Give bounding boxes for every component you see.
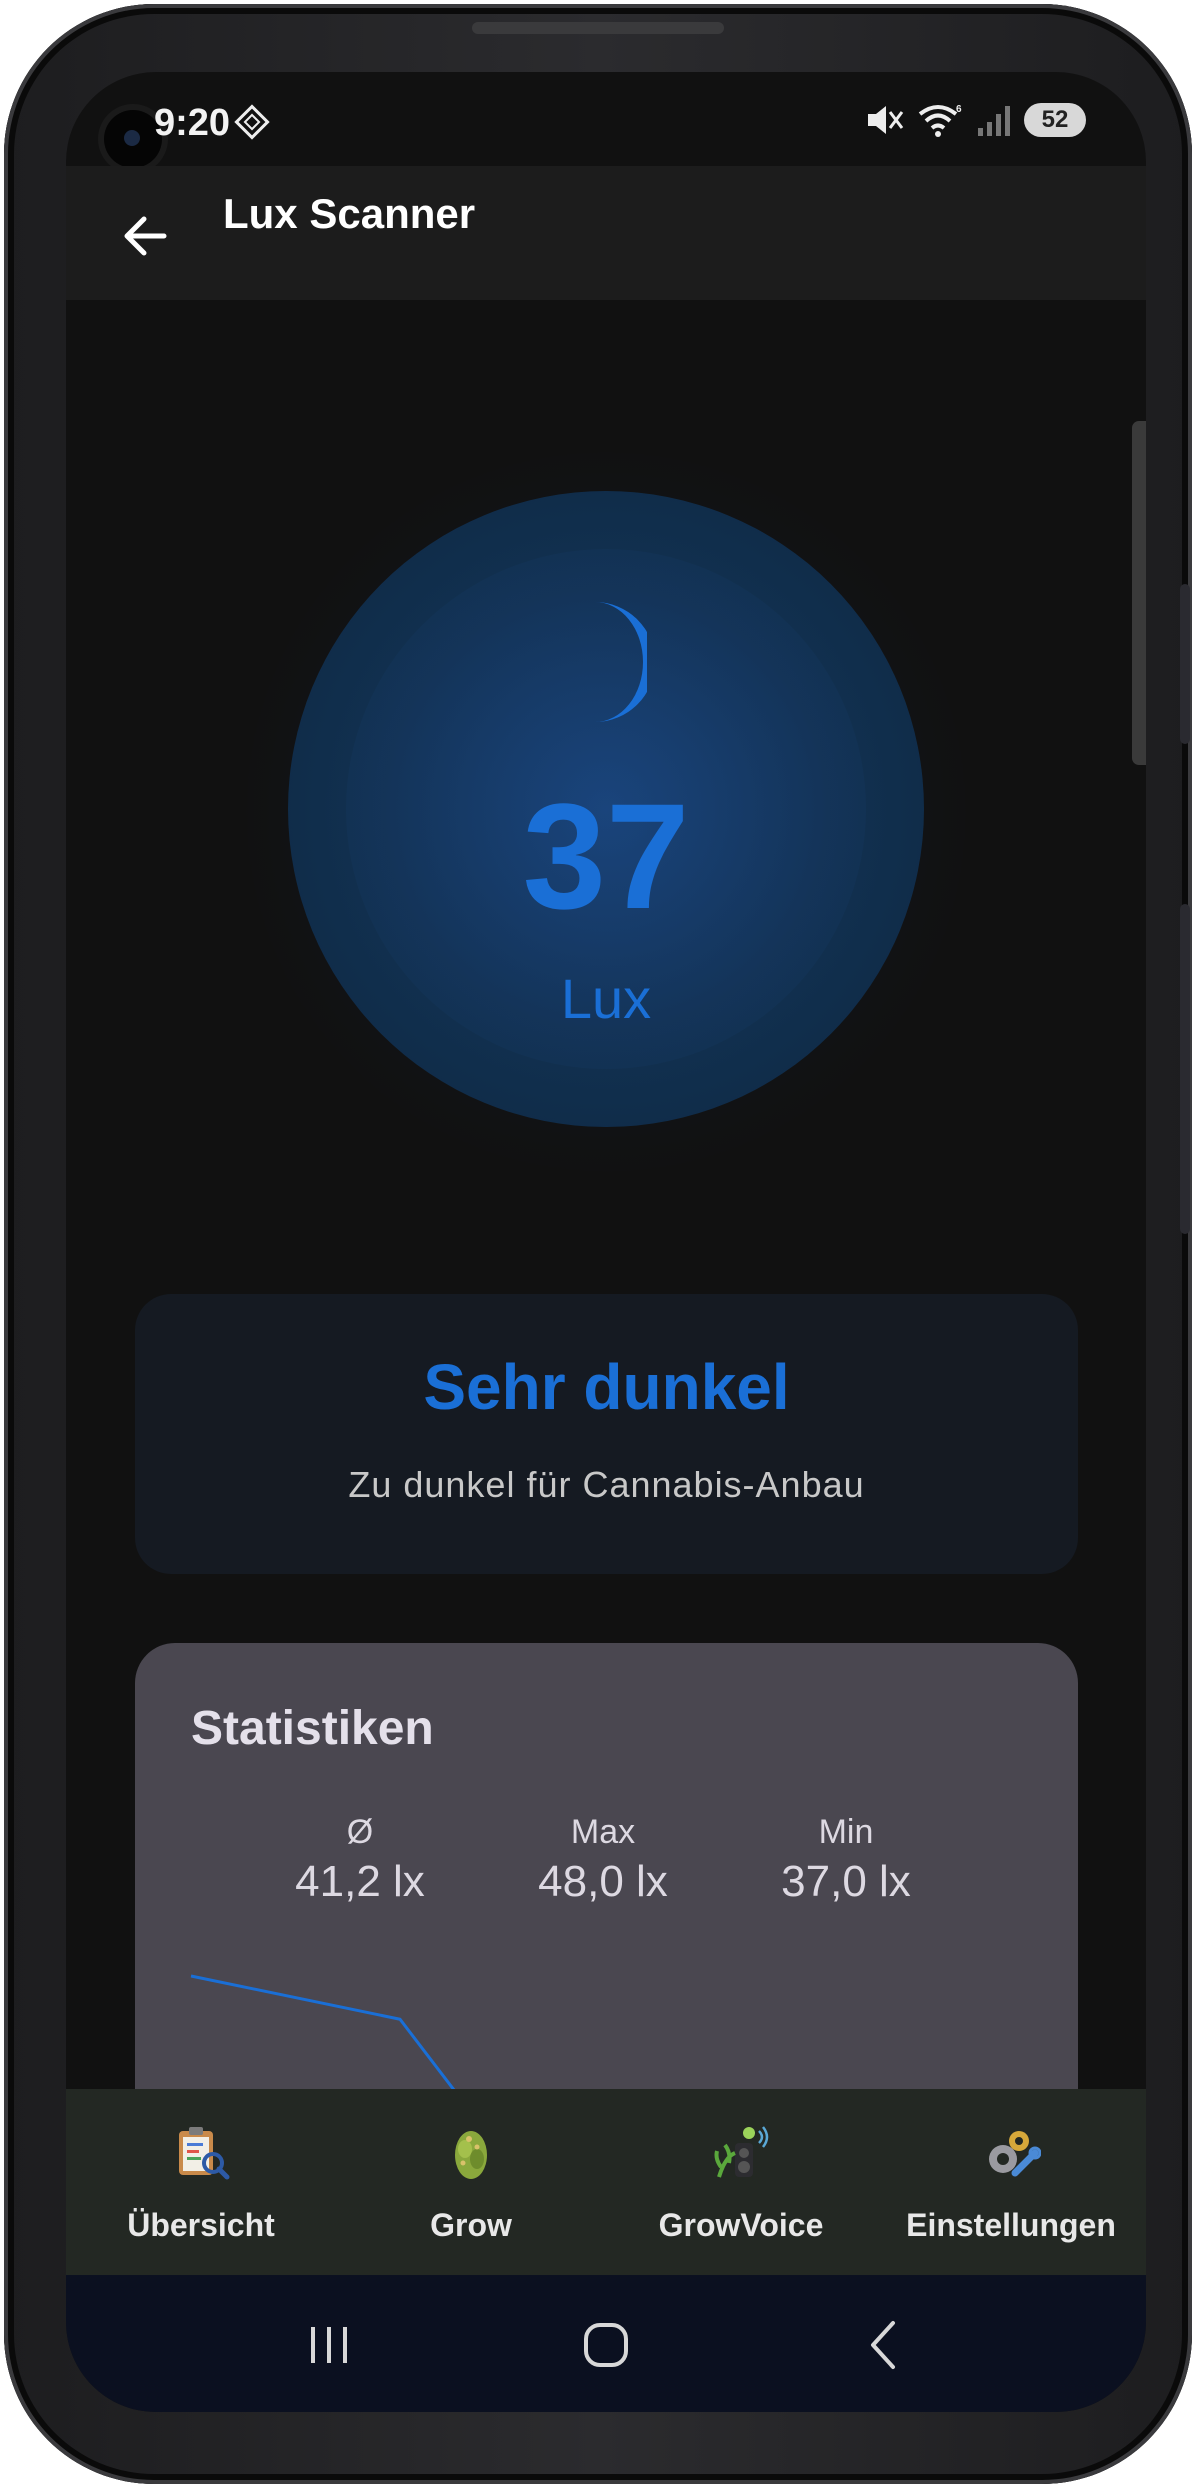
lux-history-chart [190,1974,512,2163]
nav-label-growvoice: GrowVoice [658,2207,824,2243]
statistics-card: Statistiken Ø 41,2 lx Max 48,0 lx Min 37… [135,1643,1078,2163]
nav-item-uebersicht[interactable]: Übersicht [66,2089,336,2275]
light-status-card: Sehr dunkel Zu dunkel für Cannabis-Anbau [135,1294,1078,1574]
clipboard-magnifier-icon [179,2127,230,2180]
nav-item-einstellungen[interactable]: Einstellungen [876,2089,1146,2275]
system-back-icon[interactable] [843,2305,923,2385]
light-status-description: Zu dunkel für Cannabis-Anbau [348,1464,865,1505]
bottom-navigation: Übersicht Grow GrowVoice Einstellungen [66,2089,1146,2275]
app-notification-icon [234,104,270,140]
page-title: Lux Scanner [223,190,476,237]
recent-apps-icon[interactable] [289,2305,369,2385]
cannabis-bud-icon [455,2131,487,2179]
signal-icon [978,106,1010,136]
status-bar: 9:20 6 52 [66,72,1146,168]
app-bar: Lux Scanner [66,166,1146,300]
scrollbar[interactable] [1132,421,1146,765]
earpiece-speaker [472,22,724,34]
volume-button [1180,584,1190,744]
mute-icon [868,106,904,134]
home-icon[interactable] [566,2305,646,2385]
lux-meter: 37 Lux [288,491,924,1127]
grow-plant-speaker-icon [714,2126,769,2178]
nav-item-grow[interactable]: Grow [336,2089,606,2275]
battery-indicator: 52 [1024,103,1086,137]
wifi-icon: 6 [918,104,962,137]
system-navigation-bar [66,2275,1146,2412]
status-time: 9:20 [154,102,231,144]
screen: 9:20 6 52 Lux Scanner 37 Lux Sehr dunkel… [66,72,1146,2412]
status-icons: 6 52 [864,102,1086,138]
nav-label-einstellungen: Einstellungen [906,2207,1116,2243]
phone-frame: 9:20 6 52 Lux Scanner 37 Lux Sehr dunkel… [4,4,1192,2484]
light-status-title: Sehr dunkel [423,1351,790,1423]
lux-value: 37 [522,772,690,940]
power-button [1180,904,1190,1234]
moon-icon [595,602,647,722]
nav-label-grow: Grow [430,2207,512,2243]
back-arrow-icon[interactable] [116,206,176,266]
gears-wrench-icon [989,2131,1041,2177]
lux-unit: Lux [560,967,652,1030]
svg-text:6: 6 [956,104,962,115]
nav-label-uebersicht: Übersicht [127,2207,275,2243]
nav-item-growvoice[interactable]: GrowVoice [606,2089,876,2275]
